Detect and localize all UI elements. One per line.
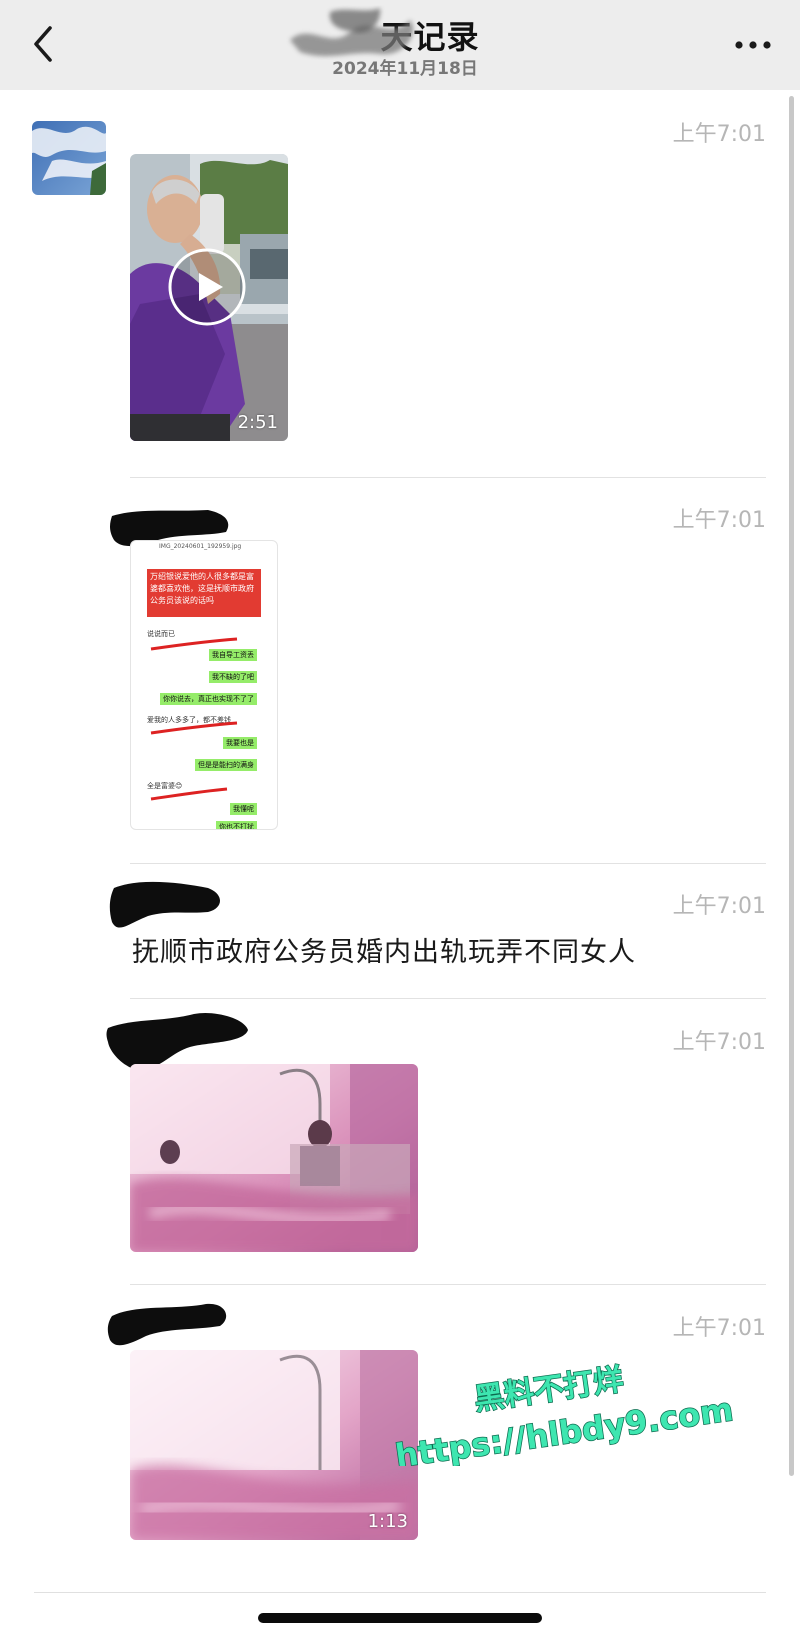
video-duration: 1:13: [367, 1511, 408, 1532]
message-time: 上午7:01: [672, 122, 766, 147]
redacted-sender-name: [109, 881, 220, 928]
screenshot-bubble: 我不缺的了吧: [209, 671, 257, 683]
message-divider: [130, 863, 766, 864]
screenshot-bubble: 你也不打扰: [216, 821, 257, 829]
message-divider: [130, 1284, 766, 1285]
video-thumbnail[interactable]: 1:13: [130, 1350, 418, 1540]
screenshot-bubble: 我要也是: [223, 737, 257, 749]
message-time: 上午7:01: [672, 1030, 766, 1055]
redacted-sender-name: [107, 1303, 227, 1346]
photo-thumbnail[interactable]: [130, 1064, 418, 1252]
screenshot-bubble: 我懂呢: [230, 803, 257, 815]
video-duration: 2:51: [237, 412, 278, 433]
screenshot-bubble: 你你说去，真正也实现不了了: [160, 693, 257, 705]
screenshot-image[interactable]: IMG_20240601_192959.jpg 万绍银说爱他的人很多都是富婆都喜…: [130, 540, 278, 830]
message-time: 上午7:01: [672, 894, 766, 919]
message-divider: [130, 998, 766, 999]
play-icon[interactable]: [167, 247, 247, 327]
message-text: 抚顺市政府公务员婚内出轨玩弄不同女人: [132, 937, 636, 968]
message-time: 上午7:01: [672, 508, 766, 533]
bottom-divider: [34, 1592, 766, 1593]
chat-history-page: 天记录 2024年11月18日 上午7:01 2:51 上午7:01 IMG_2…: [0, 0, 800, 1635]
red-underline: [150, 721, 238, 735]
video-thumbnail[interactable]: 2:51: [130, 154, 288, 441]
watermark-overlay: 黑料不打烊 https://hlbdy9.com: [392, 1361, 736, 1466]
message-divider: [130, 477, 766, 478]
home-indicator[interactable]: [258, 1613, 542, 1623]
message-time: 上午7:01: [672, 1316, 766, 1341]
scrollbar[interactable]: [789, 96, 794, 1476]
screenshot-red-note: 万绍银说爱他的人很多都是富婆都喜欢他，这是抚顺市政府公务员该说的话吗: [147, 569, 261, 617]
screenshot-filename: IMG_20240601_192959.jpg: [159, 543, 242, 550]
screenshot-bubble: 我自导工资丢: [209, 649, 257, 661]
red-underline: [150, 787, 228, 801]
message-item: 上午7:01 2:51: [0, 0, 800, 478]
screenshot-bubble: 但是是能扫的满身: [195, 759, 257, 771]
